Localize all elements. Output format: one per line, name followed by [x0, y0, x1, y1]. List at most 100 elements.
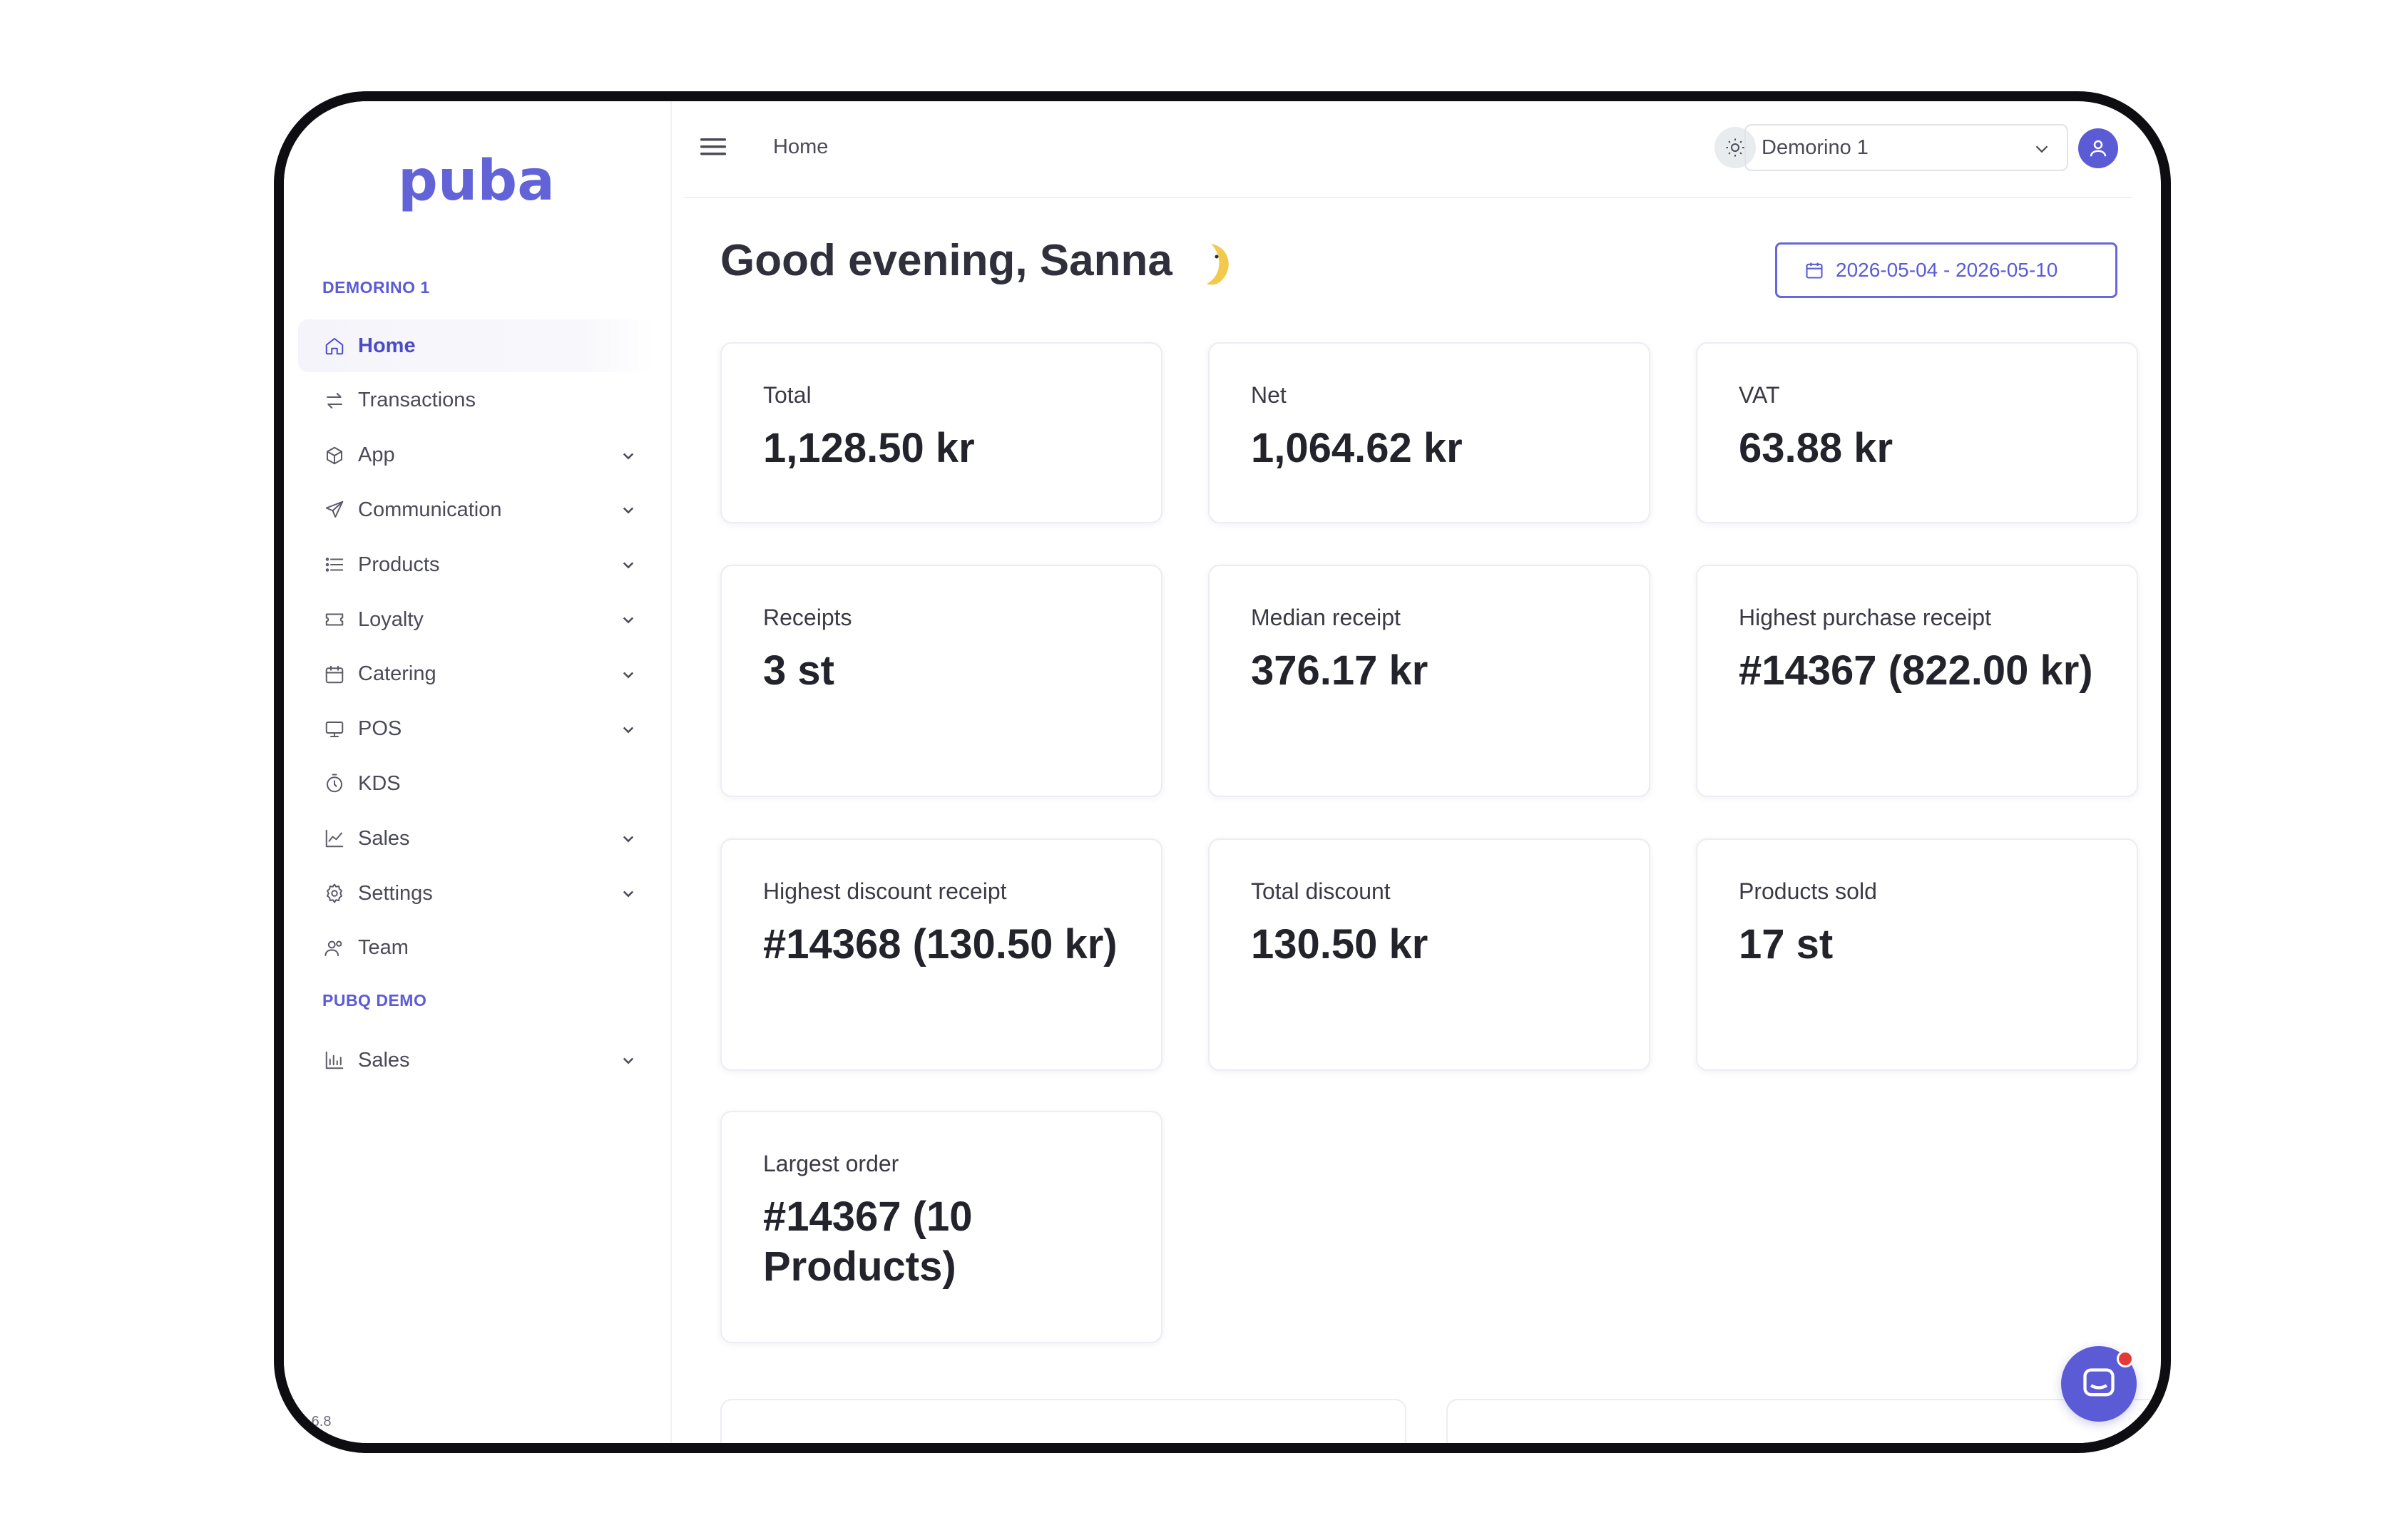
stat-label: Highest purchase receipt: [1739, 605, 1991, 630]
sidebar-item-label: Team: [358, 936, 409, 960]
sidebar-item-team[interactable]: Team: [298, 922, 655, 975]
moon-icon: [1207, 244, 1229, 285]
device-frame: puba puba DEMORINO 1 Home Transactions App…: [274, 91, 2171, 1453]
send-icon: [322, 498, 347, 522]
sales-day-by-day-card: Sales Day by Day: [720, 1399, 1406, 1443]
sidebar-item-sales[interactable]: Sales: [298, 1034, 655, 1087]
pubq-logo: puba puba: [398, 150, 555, 213]
chevron-down-icon[interactable]: [618, 609, 639, 630]
chevron-down-icon[interactable]: [618, 554, 639, 575]
sidebar-item-pos[interactable]: POS: [298, 703, 655, 756]
sidebar-item-label: App: [358, 443, 395, 467]
stat-value: 130.50 kr: [1251, 921, 1428, 967]
svg-text:puba: puba: [398, 150, 555, 213]
stat-card-receipts: Receipts 3 st: [720, 565, 1162, 797]
channels-title: Channels: [1489, 1442, 1598, 1443]
bar-chart-icon: [322, 1048, 347, 1072]
stat-value: 1,064.62 kr: [1251, 425, 1463, 471]
stat-card-highest-purchase-receipt: Highest purchase receipt #14367 (822.00 k…: [1696, 565, 2138, 797]
sidebar-item-home[interactable]: Home: [298, 319, 655, 372]
chat-icon: [2083, 1368, 2115, 1397]
sidebar-item-label: Communication: [358, 498, 502, 521]
greeting-title: Good evening, Sanna: [720, 236, 1172, 285]
user-avatar[interactable]: [2078, 128, 2118, 168]
chevron-down-icon[interactable]: [618, 499, 639, 520]
sidebar-item-settings[interactable]: Settings: [298, 867, 655, 920]
stat-label: Total discount: [1251, 878, 1391, 904]
stat-label: Receipts: [763, 605, 852, 630]
list-icon: [322, 553, 347, 577]
chevron-down-icon[interactable]: [618, 828, 639, 849]
sidebar-item-label: POS: [358, 717, 402, 741]
calendar-icon: [1806, 262, 1823, 279]
section-label-demorino: DEMORINO 1: [322, 278, 430, 297]
sidebar-item-catering[interactable]: Catering: [298, 648, 655, 701]
stat-label: Highest discount receipt: [763, 878, 1007, 904]
stat-label: Total: [763, 382, 812, 408]
sidebar-item-transactions[interactable]: Transactions: [298, 374, 655, 427]
stat-value: 63.88 kr: [1739, 425, 1893, 471]
store-select-value: Demorino 1: [1762, 135, 1869, 159]
cube-icon: [322, 443, 347, 468]
store-select[interactable]: Demorino 1: [1744, 124, 2068, 171]
chat-button[interactable]: [2061, 1346, 2137, 1422]
date-range-text: 2026-05-04 - 2026-05-10: [1836, 259, 2058, 281]
swap-icon: [322, 389, 347, 413]
stat-label: Net: [1251, 382, 1287, 408]
sidebar-item-sales[interactable]: Sales: [298, 812, 655, 865]
stat-card-vat: VAT 63.88 kr: [1696, 342, 2138, 523]
stat-value: #14367 (822.00 kr): [1739, 647, 2093, 694]
chevron-down-icon[interactable]: [618, 664, 639, 685]
chevron-down-icon[interactable]: [618, 719, 639, 740]
gear-icon: [322, 881, 347, 905]
stat-label: Largest order: [763, 1151, 899, 1176]
sidebar-item-kds[interactable]: KDS: [298, 757, 655, 810]
sales-day-by-day-title: Sales Day by Day: [763, 1442, 964, 1443]
notification-dot: [2117, 1350, 2134, 1367]
stat-label: VAT: [1739, 382, 1780, 408]
stat-value: #14367 (10 Products): [763, 1194, 973, 1290]
users-icon: [322, 936, 347, 960]
sun-icon: [1726, 138, 1744, 157]
stat-card-net: Net 1,064.62 kr: [1208, 342, 1650, 523]
version-label: 2.6.8: [300, 1414, 332, 1429]
stat-value: 1,128.50 kr: [763, 425, 975, 471]
sidebar-item-label: Home: [358, 334, 416, 357]
chevron-down-icon: [2035, 145, 2048, 153]
sidebar-item-label: Settings: [358, 881, 433, 905]
timer-icon: [322, 771, 347, 796]
chevron-down-icon[interactable]: [618, 883, 639, 904]
sidebar-item-label: Products: [358, 553, 440, 576]
stat-card-largest-order: Largest order #14367 (10 Products): [720, 1111, 1162, 1343]
sidebar-item-label: Loyalty: [358, 607, 424, 631]
stat-label: Median receipt: [1251, 605, 1401, 630]
topbar: Home Demorino 1: [683, 101, 2132, 198]
sidebar-item-communication[interactable]: Communication: [298, 483, 655, 536]
menu-icon[interactable]: [697, 133, 729, 161]
sidebar-item-products[interactable]: Products: [298, 538, 655, 591]
chevron-down-icon[interactable]: [618, 1049, 639, 1071]
stat-card-products-sold: Products sold 17 st: [1696, 838, 2138, 1071]
stat-card-total-discount: Total discount 130.50 kr: [1208, 838, 1650, 1071]
calendar-icon: [322, 662, 347, 687]
date-range-button[interactable]: 2026-05-04 - 2026-05-10: [1775, 242, 2117, 298]
sidebar: puba puba DEMORINO 1 Home Transactions App…: [284, 101, 672, 1443]
sidebar-item-app[interactable]: App: [298, 429, 655, 482]
monitor-icon: [322, 717, 347, 741]
sidebar-item-label: Transactions: [358, 389, 476, 412]
ticket-icon: [322, 607, 347, 632]
home-icon: [322, 334, 347, 358]
stat-value: 376.17 kr: [1251, 647, 1428, 694]
chevron-down-icon[interactable]: [618, 445, 639, 466]
sidebar-item-label: Catering: [358, 662, 436, 686]
stat-card-median-receipt: Median receipt 376.17 kr: [1208, 565, 1650, 797]
sidebar-item-loyalty[interactable]: Loyalty: [298, 593, 655, 646]
breadcrumb[interactable]: Home: [773, 135, 828, 159]
sidebar-item-label: Sales: [358, 826, 410, 850]
section-label-pubq-demo: PUBQ DEMO: [322, 991, 427, 1010]
channels-card: Channels: [1446, 1399, 2159, 1443]
sidebar-item-label: Sales: [358, 1048, 410, 1072]
sidebar-item-label: KDS: [358, 771, 401, 795]
stat-value: #14368 (130.50 kr): [763, 921, 1118, 967]
user-icon: [2090, 140, 2107, 157]
